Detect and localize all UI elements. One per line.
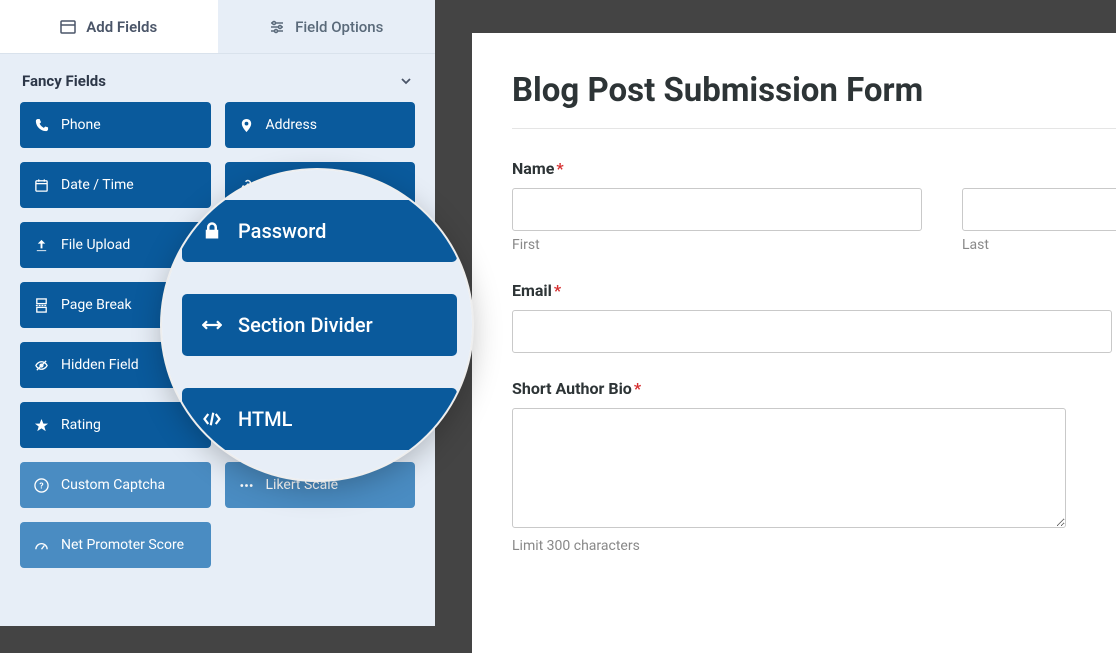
form-title: Blog Post Submission Form [512, 71, 1116, 110]
divider-icon [202, 315, 222, 335]
field-bio: Short Author Bio* Limit 300 characters [512, 379, 1116, 554]
chevron-down-icon [399, 74, 413, 88]
section-title: Fancy Fields [22, 72, 106, 90]
map-pin-icon [239, 118, 254, 133]
bio-label: Short Author Bio* [512, 379, 1116, 398]
first-name-input[interactable] [512, 188, 922, 231]
star-icon [34, 418, 49, 433]
calendar-icon [34, 178, 49, 193]
svg-text:?: ? [39, 481, 43, 491]
field-label: Password [238, 219, 326, 243]
magnified-html[interactable]: HTML [182, 388, 457, 450]
tab-field-options[interactable]: Field Options [218, 0, 436, 53]
last-sublabel: Last [962, 237, 1116, 253]
email-input[interactable] [512, 310, 1112, 353]
eye-slash-icon [34, 358, 49, 373]
tab-label: Field Options [295, 18, 383, 36]
bio-textarea[interactable] [512, 408, 1066, 528]
question-circle-icon: ? [34, 478, 49, 493]
required-asterisk: * [556, 159, 563, 178]
form-icon [60, 19, 76, 35]
first-sublabel: First [512, 237, 922, 253]
preview-backdrop: Blog Post Submission Form Name* First La… [472, 33, 1116, 653]
name-label: Name* [512, 159, 1116, 178]
tab-label: Add Fields [86, 18, 157, 36]
required-asterisk: * [554, 281, 561, 300]
field-label: Address [266, 117, 317, 133]
lock-icon [202, 221, 222, 241]
field-label: Hidden Field [61, 357, 139, 373]
field-label: Net Promoter Score [61, 537, 184, 553]
page-break-icon [34, 298, 49, 313]
field-label: Phone [61, 117, 101, 133]
upload-icon [34, 238, 49, 253]
field-label: Rating [61, 417, 101, 433]
field-phone[interactable]: Phone [20, 102, 211, 148]
dashboard-icon [34, 538, 49, 553]
field-net-promoter[interactable]: Net Promoter Score [20, 522, 211, 568]
field-label: Page Break [61, 297, 132, 313]
field-label: HTML [238, 407, 292, 431]
required-asterisk: * [634, 379, 641, 398]
email-label: Email* [512, 281, 1116, 300]
tab-add-fields[interactable]: Add Fields [0, 0, 218, 53]
sliders-icon [269, 19, 285, 35]
field-label: Custom Captcha [61, 477, 165, 493]
field-email: Email* [512, 281, 1116, 353]
magnifier-lens: Password Section Divider HTML [162, 170, 472, 480]
last-name-input[interactable] [962, 188, 1116, 231]
field-name: Name* First Last [512, 159, 1116, 253]
field-label: Section Divider [238, 313, 373, 337]
field-address[interactable]: Address [225, 102, 416, 148]
magnified-section-divider[interactable]: Section Divider [182, 294, 457, 356]
section-header-fancy-fields[interactable]: Fancy Fields [0, 54, 435, 102]
label-text: Name [512, 159, 554, 178]
label-text: Short Author Bio [512, 379, 632, 398]
char-limit-text: Limit 300 characters [512, 538, 1116, 554]
magnified-password[interactable]: Password [182, 200, 457, 262]
sidebar-tabs: Add Fields Field Options [0, 0, 435, 54]
field-label: Date / Time [61, 177, 134, 193]
field-label: File Upload [61, 237, 130, 253]
label-text: Email [512, 281, 552, 300]
form-divider [512, 128, 1116, 129]
phone-icon [34, 118, 49, 133]
form-preview: Blog Post Submission Form Name* First La… [472, 33, 1116, 653]
code-icon [202, 409, 222, 429]
